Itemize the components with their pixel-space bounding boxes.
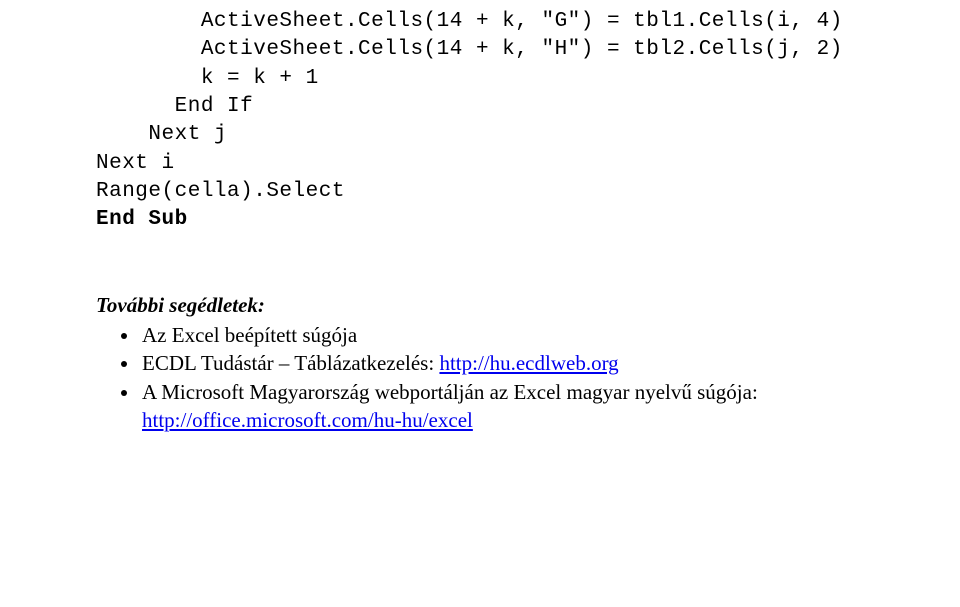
code-line: Range(cella).Select [96, 178, 952, 206]
code-line: ActiveSheet.Cells(14 + k, "H") = tbl2.Ce… [96, 36, 952, 64]
list-item: Az Excel beépített súgója [140, 321, 952, 349]
code-line: Next i [96, 150, 952, 178]
code-end-sub: End Sub [96, 206, 952, 234]
hyperlink[interactable]: http://hu.ecdlweb.org [439, 351, 618, 375]
code-line: k = k + 1 [96, 65, 952, 93]
code-line: End If [96, 93, 952, 121]
code-line: ActiveSheet.Cells(14 + k, "G") = tbl1.Ce… [96, 8, 952, 36]
list-item-text: ECDL Tudástár – Táblázatkezelés: [142, 351, 439, 375]
list-item-text: Az Excel beépített súgója [142, 323, 357, 347]
list-item-text: A Microsoft Magyarország webportálján az… [142, 380, 758, 404]
section-heading: További segédletek: [96, 291, 952, 319]
list-item: A Microsoft Magyarország webportálján az… [140, 378, 952, 435]
bullet-list: Az Excel beépített súgója ECDL Tudástár … [140, 321, 952, 434]
list-item: ECDL Tudástár – Táblázatkezelés: http://… [140, 349, 952, 377]
hyperlink[interactable]: http://office.microsoft.com/hu-hu/excel [142, 408, 473, 432]
code-line: Next j [96, 121, 952, 149]
document-page: ActiveSheet.Cells(14 + k, "G") = tbl1.Ce… [0, 0, 960, 607]
